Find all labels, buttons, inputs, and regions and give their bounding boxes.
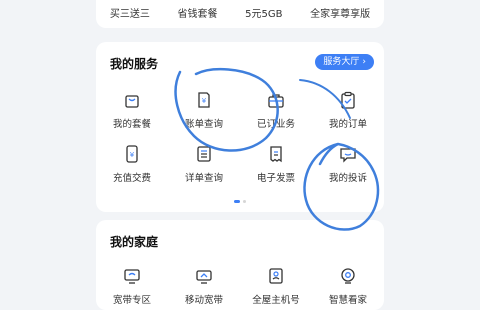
router-icon — [196, 270, 212, 284]
bill-icon: ¥ — [198, 92, 210, 108]
family-item-home-watch[interactable]: 智慧看家 — [312, 266, 384, 306]
svg-text:¥: ¥ — [202, 97, 207, 105]
list-icon — [197, 146, 211, 162]
promo-item[interactable]: 买三送三 — [110, 5, 150, 20]
clipboard-icon — [341, 91, 355, 109]
monitor-icon — [124, 269, 140, 284]
service-item-orders[interactable]: 我的订单 — [312, 90, 384, 130]
svg-text:¥: ¥ — [130, 151, 135, 159]
family-item-mobile-broadband[interactable]: 移动宽带 — [168, 266, 240, 306]
service-item-label: 充值交费 — [112, 173, 151, 184]
service-item-recharge[interactable]: ¥ 充值交费 — [96, 144, 168, 184]
service-hall-label: 服务大厅 — [323, 57, 360, 67]
service-item-invoice[interactable]: 电子发票 — [240, 144, 312, 184]
phone-yuan-icon: ¥ — [126, 145, 138, 163]
page-dot-active — [234, 200, 240, 203]
service-item-label: 电子发票 — [256, 173, 295, 184]
family-title: 我的家庭 — [110, 235, 159, 249]
service-item-label: 详单查询 — [184, 173, 223, 184]
family-item-label: 智慧看家 — [328, 295, 367, 306]
service-item-details[interactable]: 详单查询 — [168, 144, 240, 184]
promo-item[interactable]: 5元5GB — [245, 5, 282, 20]
briefcase-icon — [268, 94, 284, 108]
service-item-label: 已订业务 — [256, 119, 295, 130]
family-grid: 宽带专区 移动宽带 全屋主机号 智慧看家 — [96, 266, 384, 306]
invoice-icon — [270, 146, 282, 163]
family-item-broadband[interactable]: 宽带专区 — [96, 266, 168, 306]
service-item-bill[interactable]: ¥ 账单查询 — [168, 90, 240, 130]
chat-icon — [340, 148, 356, 163]
family-card: 我的家庭 宽带专区 移动宽带 全屋主机号 智慧看家 — [96, 220, 384, 310]
family-item-label: 全屋主机号 — [252, 295, 300, 306]
bag-icon — [125, 95, 139, 108]
page-indicator — [234, 200, 246, 203]
service-hall-button[interactable]: 服务大厅 › — [315, 54, 374, 70]
family-item-label: 移动宽带 — [184, 295, 223, 306]
promo-item[interactable]: 省钱套餐 — [177, 5, 217, 20]
service-item-complaint[interactable]: 我的投诉 — [312, 144, 384, 184]
promo-strip: 买三送三 省钱套餐 5元5GB 全家享尊享版 — [96, 0, 384, 28]
chevron-right-icon: › — [362, 57, 366, 67]
promo-item[interactable]: 全家享尊享版 — [310, 5, 370, 20]
services-card: 我的服务 服务大厅 › 我的套餐 ¥ 账单查询 已订业务 我的订单 ¥ 充值交费… — [96, 42, 384, 212]
camera-icon — [341, 268, 355, 284]
service-item-label: 我的投诉 — [328, 173, 367, 184]
service-item-label: 账单查询 — [184, 119, 223, 130]
service-item-label: 我的订单 — [328, 119, 367, 130]
service-item-subscriptions[interactable]: 已订业务 — [240, 90, 312, 130]
family-item-label: 宽带专区 — [112, 295, 151, 306]
id-card-icon — [269, 268, 283, 284]
service-item-label: 我的套餐 — [112, 119, 151, 130]
family-item-host-number[interactable]: 全屋主机号 — [240, 266, 312, 306]
service-item-package[interactable]: 我的套餐 — [96, 90, 168, 130]
services-grid: 我的套餐 ¥ 账单查询 已订业务 我的订单 ¥ 充值交费 详单查询 电子发票 我… — [96, 90, 384, 184]
page-dot — [243, 200, 246, 203]
services-title: 我的服务 — [110, 57, 159, 71]
